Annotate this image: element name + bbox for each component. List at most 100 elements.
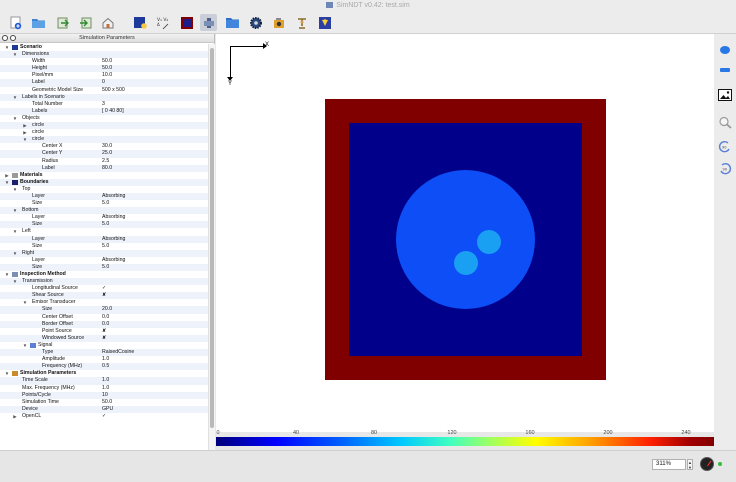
tree-row-value[interactable]: 2.5 <box>102 158 109 165</box>
tree-row[interactable]: ▼ Boundaries <box>0 178 208 186</box>
snapshot-button[interactable] <box>718 89 732 101</box>
tree-row[interactable]: ▼ Signal <box>0 341 208 350</box>
tree-row[interactable]: ▶ circle <box>0 129 208 137</box>
rotate-right-button[interactable]: 90 <box>718 162 732 174</box>
tree-row[interactable]: ▼ Scenario <box>0 44 208 52</box>
tree-row[interactable]: Type RaisedCosine <box>0 349 208 357</box>
expanded-arrow-icon[interactable]: ▼ <box>22 299 28 306</box>
tree-row-value[interactable]: 500 x 500 <box>102 87 125 94</box>
tree-row[interactable]: Labels [ 0 40 80] <box>0 107 208 115</box>
tree-row-value[interactable]: 10 <box>102 392 108 399</box>
tree-row[interactable]: Longitudinal Source ✓ <box>0 285 208 293</box>
tree-row[interactable]: ▼ Bottom <box>0 207 208 215</box>
expanded-arrow-icon[interactable]: ▼ <box>4 370 10 377</box>
tree-row[interactable]: ▼ Transmission <box>0 278 208 286</box>
tree-row[interactable]: Radius 2.5 <box>0 157 208 165</box>
signal-settings-button[interactable]: V₁ V₂ Δ <box>155 14 172 31</box>
settings-button[interactable] <box>247 14 264 31</box>
expanded-arrow-icon[interactable]: ▼ <box>12 94 18 101</box>
tree-row-value[interactable]: ✓ <box>102 285 106 292</box>
tree-row-value[interactable]: 1.0 <box>102 356 109 363</box>
tree-row[interactable]: Layer Absorbing <box>0 192 208 201</box>
expanded-arrow-icon[interactable]: ▼ <box>12 278 18 285</box>
tree-row[interactable]: ▼ Left <box>0 228 208 236</box>
tree-row[interactable]: ▶ circle <box>0 122 208 130</box>
tree-row[interactable]: Label 80.0 <box>0 164 208 172</box>
tree-row-value[interactable]: 0.5 <box>102 363 109 370</box>
panel-scrollbar[interactable] <box>208 44 215 450</box>
tree-row[interactable]: Center Y 25.0 <box>0 150 208 158</box>
tree-row-value[interactable]: 80.0 <box>102 165 112 172</box>
tree-row[interactable]: Frequency (MHz) 0.5 <box>0 363 208 371</box>
tree-row-value[interactable]: ✓ <box>102 413 106 420</box>
tree-row[interactable]: ▼ Objects <box>0 114 208 123</box>
tree-row-value[interactable]: 50.0 <box>102 65 112 72</box>
tree-row-value[interactable]: Absorbing <box>102 236 125 243</box>
tree-row-value[interactable]: GPU <box>102 406 113 413</box>
tree-row-value[interactable]: 0 <box>102 79 105 86</box>
tree-row[interactable]: Simulation Time 50.0 <box>0 398 208 406</box>
tree-row[interactable]: Height 50.0 <box>0 65 208 73</box>
import-button[interactable] <box>77 14 94 31</box>
zoom-stepper[interactable]: ▲ ▼ <box>687 459 693 470</box>
collapsed-arrow-icon[interactable]: ▶ <box>4 172 10 179</box>
tree-row[interactable]: Label 0 <box>0 79 208 87</box>
tree-row[interactable]: Shear Source ✘ <box>0 292 208 300</box>
tree-row[interactable]: ▼ Emisor Transducer <box>0 299 208 307</box>
tree-row-value[interactable]: 5.0 <box>102 243 109 250</box>
tree-row[interactable]: ▶ OpenCL ✓ <box>0 412 208 420</box>
tree-row-value[interactable]: 30.0 <box>102 143 112 150</box>
collapsed-arrow-icon[interactable]: ▶ <box>22 122 28 129</box>
collapsed-arrow-icon[interactable]: ▶ <box>12 413 18 420</box>
tree-row-value[interactable]: 25.0 <box>102 150 112 157</box>
tree-row-value[interactable]: 5.0 <box>102 264 109 271</box>
tree-row-value[interactable]: ✘ <box>102 335 106 342</box>
tree-row[interactable]: ▶ Materials <box>0 171 208 179</box>
tree-row-value[interactable]: ✘ <box>102 292 106 299</box>
expanded-arrow-icon[interactable]: ▼ <box>12 207 18 214</box>
tree-row[interactable]: Border Offset 0.0 <box>0 320 208 328</box>
tree-row[interactable]: Size 5.0 <box>0 263 208 271</box>
tree-row[interactable]: Center Offset 0.0 <box>0 313 208 321</box>
expanded-arrow-icon[interactable]: ▼ <box>22 342 28 349</box>
folder-button[interactable] <box>224 14 241 31</box>
tree-row-value[interactable]: 50.0 <box>102 58 112 65</box>
expanded-arrow-icon[interactable]: ▼ <box>12 186 18 193</box>
tree-row-value[interactable]: 5.0 <box>102 200 109 207</box>
scrollbar-thumb[interactable] <box>210 48 214 428</box>
tree-row-value[interactable]: RaisedCosine <box>102 349 134 356</box>
tree-row[interactable]: Size 5.0 <box>0 242 208 250</box>
export-button[interactable] <box>54 14 71 31</box>
tree-row-value[interactable]: 1.0 <box>102 385 109 392</box>
tree-row[interactable]: Max. Frequency (MHz) 1.0 <box>0 384 208 392</box>
tree-row-value[interactable]: 20.0 <box>102 306 112 313</box>
tree-row-value[interactable]: 5.0 <box>102 221 109 228</box>
expanded-arrow-icon[interactable]: ▼ <box>22 136 28 143</box>
render-button[interactable] <box>270 14 287 31</box>
tree-row[interactable]: Layer Absorbing <box>0 256 208 264</box>
tree-row[interactable]: ▼ Inspection Method <box>0 271 208 279</box>
tree-row[interactable]: Size 5.0 <box>0 200 208 208</box>
zoom-in-button[interactable] <box>718 44 732 56</box>
tree-row[interactable]: Layer Absorbing <box>0 235 208 243</box>
collapsed-arrow-icon[interactable]: ▶ <box>22 129 28 136</box>
expanded-arrow-icon[interactable]: ▼ <box>4 44 10 51</box>
tree-row-value[interactable]: 0.0 <box>102 321 109 328</box>
tree-row[interactable]: Size 20.0 <box>0 306 208 314</box>
tree-row[interactable]: Device GPU <box>0 405 208 413</box>
inspection-button[interactable] <box>200 14 217 31</box>
expanded-arrow-icon[interactable]: ▼ <box>12 228 18 235</box>
tree-row-value[interactable]: 0.0 <box>102 314 109 321</box>
tree-row[interactable]: Size 5.0 <box>0 221 208 229</box>
tree-row[interactable]: Total Number 3 <box>0 100 208 108</box>
tree-row-value[interactable]: 10.0 <box>102 72 112 79</box>
tree-row[interactable]: ▼ Top <box>0 185 208 193</box>
open-button[interactable] <box>30 14 47 31</box>
tree-row-value[interactable]: ✘ <box>102 328 106 335</box>
tree-row[interactable]: ▼ circle <box>0 136 208 144</box>
tree-row-value[interactable]: Absorbing <box>102 214 125 221</box>
scenario-button[interactable] <box>132 14 149 31</box>
tree-row-value[interactable]: 1.0 <box>102 377 109 384</box>
tree-row[interactable]: Amplitude 1.0 <box>0 356 208 364</box>
tools-button[interactable] <box>293 14 310 31</box>
